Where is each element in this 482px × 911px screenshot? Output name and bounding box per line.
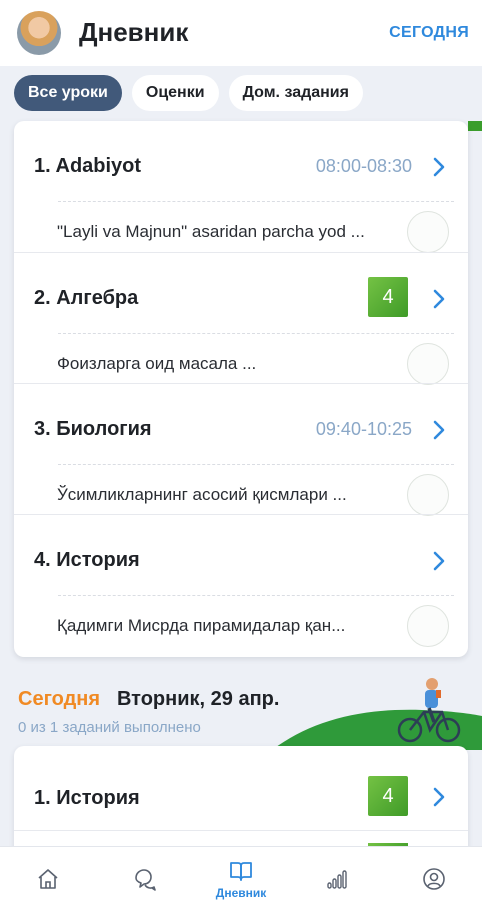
- book-icon: [230, 862, 252, 881]
- chevron-right-icon[interactable]: [432, 787, 446, 807]
- homework-text[interactable]: "Layli va Majnun" asaridan parcha yod ..…: [57, 222, 407, 242]
- chevron-right-icon[interactable]: [432, 157, 446, 177]
- app-header: Дневник СЕГОДНЯ: [0, 0, 482, 66]
- page-title: Дневник: [79, 17, 189, 47]
- today-button[interactable]: СЕГОДНЯ: [389, 24, 469, 42]
- today-date: Вторник, 29 апр.: [117, 688, 280, 710]
- decorative-edge: [468, 121, 482, 131]
- chat-icon: [134, 869, 156, 891]
- divider: [58, 595, 454, 596]
- lesson-name: 1. История: [34, 787, 140, 809]
- lesson-time: 08:00-08:30: [315, 156, 412, 176]
- lesson-row[interactable]: 1. История 4: [14, 746, 468, 830]
- avatar[interactable]: [17, 11, 61, 55]
- profile-icon: [423, 868, 445, 890]
- homework-done-checkbox[interactable]: [407, 605, 449, 647]
- divider: [14, 830, 468, 831]
- lesson-row[interactable]: 4. История Қадимги Мисрда пирамидалар қа…: [14, 514, 468, 647]
- homework-text[interactable]: Ўсимликларнинг асосий қисмлари ...: [57, 485, 407, 505]
- grade-badge: 4: [368, 776, 408, 816]
- lesson-time: 09:40-10:25: [315, 419, 412, 439]
- divider: [58, 201, 454, 202]
- homework-done-checkbox[interactable]: [407, 474, 449, 516]
- lesson-name: 4. История: [34, 549, 140, 571]
- chevron-right-icon[interactable]: [432, 551, 446, 571]
- lesson-name: 2. Алгебра: [34, 287, 139, 309]
- filter-homework[interactable]: Дом. задания: [228, 75, 363, 111]
- home-icon: [38, 869, 58, 889]
- filter-all-lessons[interactable]: Все уроки: [14, 75, 122, 111]
- nav-chat[interactable]: [96, 847, 192, 911]
- filter-chips: Все уроки Оценки Дом. задания: [14, 75, 363, 111]
- today-label: Сегодня: [18, 688, 101, 710]
- nav-diary-label: Дневник: [215, 886, 267, 900]
- lesson-row[interactable]: 1. Adabiyot 08:00-08:30 "Layli va Majnun…: [14, 121, 468, 253]
- homework-text[interactable]: Фоизларга оид масала ...: [57, 354, 407, 374]
- stats-icon: [327, 870, 348, 889]
- chevron-right-icon[interactable]: [432, 420, 446, 440]
- homework-done-checkbox[interactable]: [407, 211, 449, 253]
- nav-home[interactable]: [0, 847, 96, 911]
- bottom-navigation: Дневник: [0, 846, 482, 911]
- divider: [58, 333, 454, 334]
- nav-stats[interactable]: [289, 847, 385, 911]
- homework-progress: 0 из 1 заданий выполнено: [18, 719, 201, 736]
- cyclist-illustration: [397, 678, 461, 743]
- lesson-name: 3. Биология: [34, 418, 152, 440]
- divider: [58, 464, 454, 465]
- nav-diary[interactable]: Дневник: [193, 847, 289, 911]
- lesson-row[interactable]: 3. Биология 09:40-10:25 Ўсимликларнинг а…: [14, 383, 468, 516]
- lesson-name: 1. Adabiyot: [34, 155, 142, 177]
- filter-grades[interactable]: Оценки: [131, 75, 219, 111]
- chevron-right-icon[interactable]: [432, 289, 446, 309]
- grade-badge: 4: [368, 277, 408, 317]
- nav-profile[interactable]: [386, 847, 482, 911]
- lessons-card: 1. Adabiyot 08:00-08:30 "Layli va Majnun…: [14, 121, 468, 657]
- lesson-row[interactable]: 2. Алгебра 4 Фоизларга оид масала ...: [14, 252, 468, 385]
- homework-text[interactable]: Қадимги Мисрда пирамидалар қан...: [57, 616, 407, 636]
- homework-done-checkbox[interactable]: [407, 343, 449, 385]
